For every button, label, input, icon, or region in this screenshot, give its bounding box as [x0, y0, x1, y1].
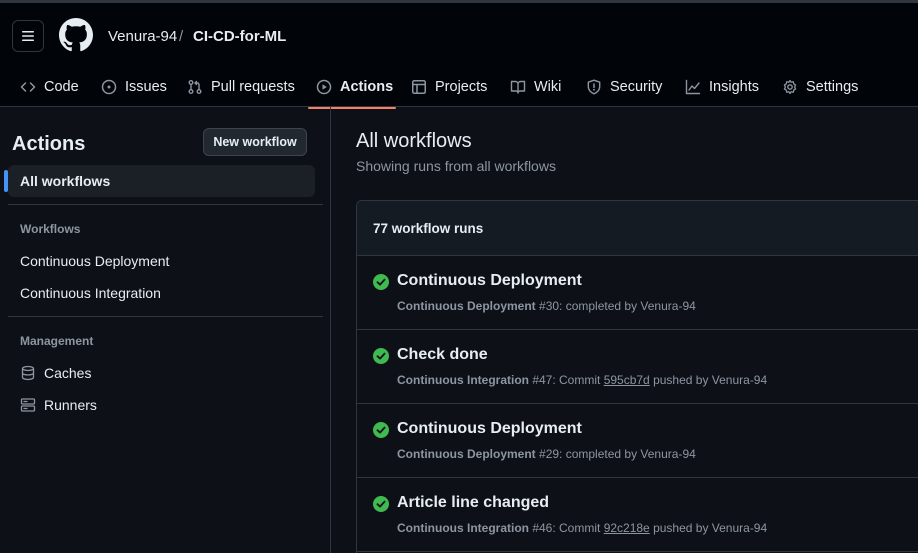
- play-icon: [316, 79, 332, 95]
- tab-settings[interactable]: Settings: [782, 65, 858, 109]
- new-workflow-button[interactable]: New workflow: [203, 128, 307, 156]
- actions-sidebar: Actions New workflow All workflows Workf…: [0, 107, 331, 553]
- run-meta: Continuous Integration #47: Commit 595cb…: [397, 373, 767, 387]
- sidebar-item-runners[interactable]: Runners: [20, 394, 97, 416]
- tab-label: Wiki: [534, 79, 562, 95]
- sidebar-item-label: Continuous Integration: [20, 285, 161, 301]
- run-workflow-name: Continuous Deployment: [397, 299, 536, 313]
- runs-count: 77 workflow runs: [357, 201, 918, 256]
- tab-actions[interactable]: Actions: [316, 65, 393, 109]
- run-workflow-name: Continuous Integration: [397, 373, 529, 387]
- code-icon: [20, 82, 36, 92]
- tab-pull-requests[interactable]: Pull requests: [187, 65, 295, 109]
- pull-request-icon: [188, 80, 202, 94]
- workflow-run-row[interactable]: Continuous Deployment Continuous Deploym…: [357, 404, 918, 478]
- sidebar-item-all-workflows[interactable]: All workflows: [8, 165, 315, 197]
- gear-icon: [783, 79, 797, 95]
- workflow-runs-list: 77 workflow runs Continuous Deployment C…: [356, 200, 918, 553]
- run-meta: Continuous Deployment #29: completed by …: [397, 447, 696, 461]
- menu-button[interactable]: [12, 20, 44, 52]
- run-details-suffix: pushed by Venura-94: [649, 521, 768, 535]
- tab-projects[interactable]: Projects: [411, 65, 487, 109]
- commit-sha-link[interactable]: 595cb7d: [604, 373, 650, 387]
- management-heading: Management: [20, 334, 94, 348]
- database-icon: [21, 365, 35, 381]
- run-workflow-name: Continuous Deployment: [397, 447, 536, 461]
- run-details: #30: completed by Venura-94: [539, 299, 696, 313]
- run-title[interactable]: Continuous Deployment: [397, 272, 582, 290]
- tab-wiki[interactable]: Wiki: [510, 65, 561, 109]
- commit-sha-link[interactable]: 92c218e: [604, 521, 650, 535]
- breadcrumb-repo[interactable]: CI-CD-for-ML: [193, 27, 286, 47]
- issue-icon: [101, 79, 117, 95]
- run-title[interactable]: Continuous Deployment: [397, 420, 582, 438]
- check-circle-icon: [373, 274, 389, 290]
- github-logo-icon[interactable]: [59, 18, 93, 52]
- sidebar-divider: [8, 204, 323, 205]
- check-circle-icon: [373, 422, 389, 438]
- run-meta: Continuous Deployment #30: completed by …: [397, 299, 696, 313]
- page-title: All workflows: [356, 130, 472, 152]
- run-details: #29: completed by Venura-94: [539, 447, 696, 461]
- sidebar-title: Actions: [12, 133, 86, 155]
- tab-label: Security: [610, 79, 663, 95]
- tab-code[interactable]: Code: [20, 65, 79, 109]
- tab-label: Settings: [806, 79, 859, 95]
- sidebar-item-label: Continuous Deployment: [20, 253, 170, 269]
- page-subtitle: Showing runs from all workflows: [356, 158, 556, 174]
- tab-label: Actions: [340, 79, 394, 95]
- check-circle-icon: [373, 348, 389, 364]
- breadcrumb-owner[interactable]: Venura-94: [108, 27, 177, 47]
- run-workflow-name: Continuous Integration: [397, 521, 529, 535]
- workflow-run-row[interactable]: Article line changed Continuous Integrat…: [357, 478, 918, 552]
- tab-label: Issues: [125, 79, 167, 95]
- tab-issues[interactable]: Issues: [101, 65, 167, 109]
- repo-header: Venura-94 / CI-CD-for-ML Code Issues Pul…: [0, 0, 918, 109]
- tab-label: Pull requests: [211, 79, 295, 95]
- sidebar-item-caches[interactable]: Caches: [20, 362, 91, 384]
- run-details-prefix: #47: Commit: [532, 373, 604, 387]
- tab-label: Insights: [709, 79, 759, 95]
- run-title[interactable]: Check done: [397, 346, 488, 364]
- workflow-run-row[interactable]: Continuous Deployment Continuous Deploym…: [357, 256, 918, 330]
- tab-label: Code: [44, 79, 79, 95]
- workflow-run-row[interactable]: Check done Continuous Integration #47: C…: [357, 330, 918, 404]
- sidebar-item-continuous-deployment[interactable]: Continuous Deployment: [20, 250, 169, 272]
- breadcrumb-separator: /: [179, 28, 184, 45]
- sidebar-item-label: Caches: [44, 365, 92, 381]
- run-title[interactable]: Article line changed: [397, 494, 549, 512]
- sidebar-item-continuous-integration[interactable]: Continuous Integration: [20, 282, 161, 304]
- hamburger-icon: [22, 31, 34, 41]
- tab-security[interactable]: Security: [586, 65, 662, 109]
- tab-insights[interactable]: Insights: [685, 65, 759, 109]
- graph-icon: [685, 79, 701, 95]
- workflows-heading: Workflows: [20, 222, 81, 236]
- run-meta: Continuous Integration #46: Commit 92c21…: [397, 521, 767, 535]
- shield-icon: [587, 79, 601, 95]
- run-details-prefix: #46: Commit: [532, 521, 604, 535]
- server-icon: [20, 398, 36, 412]
- table-icon: [412, 80, 426, 94]
- sidebar-divider: [8, 316, 323, 317]
- run-details-suffix: pushed by Venura-94: [649, 373, 768, 387]
- check-circle-icon: [373, 496, 389, 512]
- book-icon: [510, 80, 526, 94]
- tab-label: Projects: [435, 79, 488, 95]
- sidebar-item-label: Runners: [44, 397, 97, 413]
